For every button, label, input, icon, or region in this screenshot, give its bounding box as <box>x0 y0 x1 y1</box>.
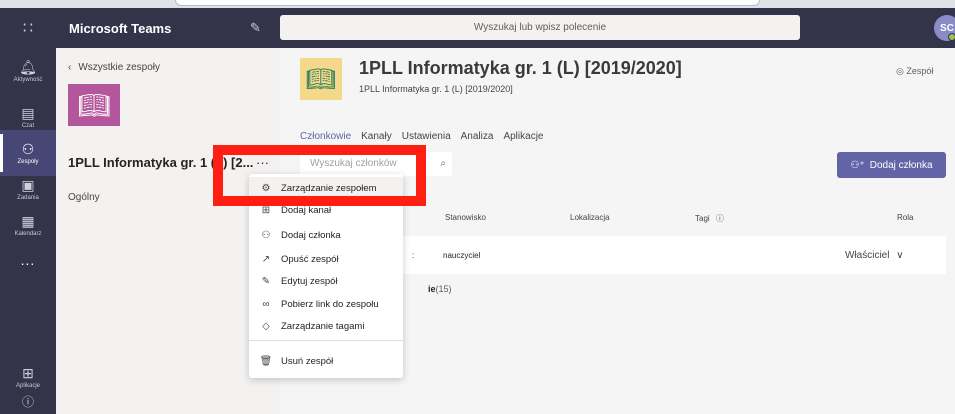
column-header-position: Stanowisko <box>445 213 486 222</box>
team-name[interactable]: 1PLL Informatyka gr. 1 (L) [2... <box>68 155 253 170</box>
trash-icon: 🗑︎ <box>259 355 273 367</box>
chevron-left-icon: ‹ <box>68 62 72 73</box>
member-search-placeholder: Wyszukaj członków <box>310 158 397 169</box>
browser-chrome <box>0 0 955 8</box>
menu-item-label: Opuść zespół <box>281 253 339 265</box>
menu-item-leave-team[interactable]: ↗ Opuść zespół <box>249 248 403 270</box>
menu-item-label: Pobierz link do zespołu <box>281 298 379 310</box>
page-subtitle: 1PLL Informatyka gr. 1 (L) [2019/2020] <box>359 84 513 94</box>
command-search-input[interactable]: Wyszukaj lub wpisz polecenie <box>280 15 800 40</box>
chat-icon: ▤ <box>21 104 35 121</box>
students-section-toggle[interactable]: ie(15) <box>428 284 452 294</box>
team-logo: 📖︎ <box>68 84 120 126</box>
menu-item-label: Dodaj członka <box>281 229 341 241</box>
member-name-fragment: : <box>412 251 415 260</box>
menu-item-edit-team[interactable]: ✎ Edytuj zespół <box>249 270 403 292</box>
rail-item-label: Zadania <box>17 194 39 201</box>
menu-divider <box>249 340 403 341</box>
students-count: (15) <box>435 284 452 294</box>
apps-icon: ⊞ <box>22 364 34 381</box>
add-member-label: Dodaj członka <box>869 159 933 171</box>
menu-item-manage-tags[interactable]: ◇ Zarządzanie tagami <box>249 315 403 337</box>
team-badge-label: Zespół <box>906 66 934 76</box>
tab-analytics[interactable]: Analiza <box>461 131 494 147</box>
rail-item-label: Zespoły <box>17 158 39 165</box>
tab-settings[interactable]: Ustawienia <box>402 131 451 147</box>
avatar-initials: SC <box>940 22 954 34</box>
new-chat-icon[interactable]: ✎ <box>250 20 261 36</box>
eye-icon: ◎ <box>896 66 904 76</box>
column-header-role: Rola <box>897 213 914 222</box>
menu-item-add-member[interactable]: ⚇ Dodaj członka <box>249 224 403 246</box>
rail-item-calendar[interactable]: ▦ Kalendarz <box>0 202 56 248</box>
header-more-options-button[interactable]: ··· <box>650 62 664 78</box>
rail-item-label: Aplikacje <box>15 382 40 389</box>
book-icon: 📖︎ <box>77 89 111 120</box>
header-team-logo: 📖︎ <box>300 58 342 100</box>
channel-item-general[interactable]: Ogólny <box>68 192 100 203</box>
leave-icon: ↗ <box>261 253 271 265</box>
add-channel-icon: ⊞ <box>261 204 271 216</box>
team-type-badge: ◎ Zespół <box>896 66 933 77</box>
add-member-button[interactable]: ⚇⁺ Dodaj członka <box>837 152 946 178</box>
member-position: nauczyciel <box>443 251 481 260</box>
app-title: Microsoft Teams <box>69 21 172 36</box>
tab-channels[interactable]: Kanały <box>361 131 392 147</box>
column-header-tags: Tagi ⓘ <box>695 213 724 224</box>
bell-icon: 🔔︎ <box>19 58 37 75</box>
role-dropdown[interactable]: Właściciel ∨ <box>845 250 904 261</box>
menu-item-label: Usuń zespół <box>281 355 334 367</box>
back-link-label: Wszystkie zespoły <box>78 62 161 73</box>
presence-status-icon <box>948 33 955 41</box>
book-icon: 📖︎ <box>305 65 337 93</box>
info-icon[interactable]: ⓘ <box>716 214 724 223</box>
menu-item-label: Zarządzanie tagami <box>281 320 365 332</box>
app-launcher-icon[interactable]: ∷ <box>0 8 56 48</box>
rail-item-activity[interactable]: 🔔︎ Aktywność <box>0 48 56 94</box>
menu-item-label: Edytuj zespół <box>281 275 338 287</box>
help-icon: ⓘ <box>21 395 34 409</box>
students-label: ie <box>428 284 436 294</box>
page-title: 1PLL Informatyka gr. 1 (L) [2019/2020] <box>359 58 682 78</box>
calendar-icon: ▦ <box>21 212 35 229</box>
menu-item-label: Dodaj kanał <box>281 204 332 216</box>
avatar[interactable]: SC <box>934 15 955 41</box>
add-person-icon: ⚇ <box>261 229 271 241</box>
column-header-location: Lokalizacja <box>570 213 610 222</box>
rail-item-label: Kalendarz <box>14 230 42 237</box>
pencil-icon: ✎ <box>261 275 271 287</box>
tag-icon: ◇ <box>262 320 270 332</box>
tab-bar: Członkowie Kanały Ustawienia Analiza Apl… <box>300 131 543 147</box>
menu-item-delete-team[interactable]: 🗑︎ Usuń zespół <box>249 350 403 372</box>
team-more-options-button[interactable]: ··· <box>256 155 269 170</box>
tab-apps[interactable]: Aplikacje <box>503 131 543 147</box>
all-teams-link[interactable]: ‹ Wszystkie zespoły <box>68 62 160 73</box>
menu-item-add-channel[interactable]: ⊞ Dodaj kanał <box>249 199 403 221</box>
more-apps-button[interactable]: ... <box>0 252 56 268</box>
add-person-icon: ⚇⁺ <box>850 159 865 171</box>
link-icon: ∞ <box>262 298 270 310</box>
teams-icon: ⚇ <box>21 140 35 157</box>
menu-item-manage-team[interactable]: ⚙ Zarządzanie zespołem <box>249 177 403 199</box>
menu-item-label: Zarządzanie zespołem <box>281 182 377 194</box>
column-tags-label: Tagi <box>695 214 710 223</box>
tab-members[interactable]: Członkowie <box>300 131 352 147</box>
address-bar[interactable] <box>175 0 760 6</box>
menu-item-get-link[interactable]: ∞ Pobierz link do zespołu <box>249 293 403 315</box>
role-value: Właściciel <box>845 250 890 261</box>
member-search-input[interactable]: Wyszukaj członków ⌕ <box>300 152 452 176</box>
rail-item-label: Aktywność <box>13 76 43 83</box>
assignments-icon: ▣ <box>21 176 35 193</box>
search-icon: ⌕ <box>440 158 446 169</box>
chevron-down-icon: ∨ <box>896 250 904 261</box>
team-context-menu: ⚙ Zarządzanie zespołem ⊞ Dodaj kanał ⚇ D… <box>249 174 403 378</box>
rail-item-label: Czat <box>21 122 35 129</box>
rail-item-help[interactable]: ⓘ <box>0 390 56 414</box>
gear-icon: ⚙ <box>261 182 271 194</box>
